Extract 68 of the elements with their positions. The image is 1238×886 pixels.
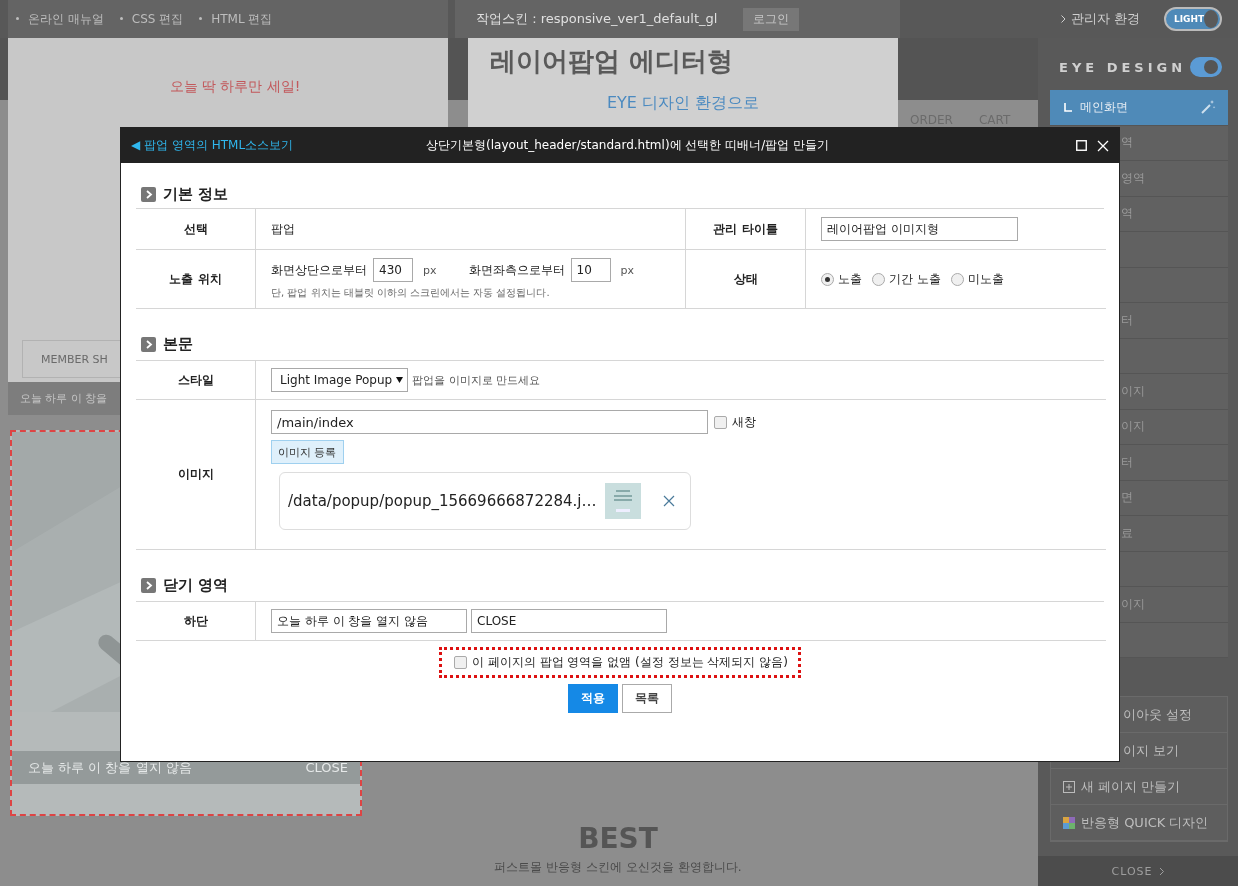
- sidebar-action[interactable]: 새 페이지 만들기: [1051, 769, 1227, 805]
- section-subtitle: 퍼스트몰 반응형 스킨에 오신것을 환영합니다.: [494, 859, 742, 876]
- field-label: 화면상단으로부터: [271, 261, 367, 279]
- chevron-icon: [141, 578, 156, 593]
- list-button[interactable]: 목록: [622, 684, 672, 713]
- maximize-icon[interactable]: [1076, 140, 1087, 151]
- dismiss-text-field[interactable]: 오늘 하루 이 창을 열지 않음: [271, 609, 467, 633]
- admin-link[interactable]: 관리자 환경: [1070, 10, 1140, 28]
- unit-label: px: [620, 263, 634, 277]
- sale-text: 오늘 딱 하루만 세일!: [169, 78, 301, 96]
- style-select[interactable]: Light Image Popup: [271, 368, 409, 392]
- section-title: BEST: [578, 822, 658, 855]
- apply-button[interactable]: 적용: [568, 684, 618, 713]
- field-label: 이미지: [177, 466, 214, 483]
- sidebar-action[interactable]: 반응형 QUICK 디자인: [1051, 805, 1227, 841]
- menu-link[interactable]: HTML 편집: [199, 10, 273, 28]
- chevron-icon: [1158, 866, 1165, 876]
- sidebar-close-button[interactable]: CLOSE: [1038, 856, 1238, 886]
- member-button[interactable]: MEMBER SH: [22, 340, 120, 378]
- style-hint: 팝업을 이미지로 만드세요: [412, 372, 541, 388]
- field-label: 상태: [733, 270, 758, 288]
- upload-image-button[interactable]: 이미지 등록: [271, 440, 344, 464]
- field-label: 관리 타이틀: [713, 220, 778, 238]
- top-offset-field[interactable]: 430: [373, 258, 413, 282]
- section-heading: 본문: [163, 335, 193, 354]
- sidebar-title: EYE DESIGN: [1059, 59, 1187, 75]
- sidebar-item[interactable]: 메인화면: [1050, 90, 1228, 126]
- panel-title: 레이어팝업 에디터형: [490, 45, 735, 78]
- field-label: 스타일: [177, 371, 214, 389]
- theme-toggle[interactable]: LIGHT: [1164, 7, 1222, 31]
- dialog-title: 상단기본형(layout_header/standard.html)에 선택한 띠배너/팝업 만들기: [426, 137, 830, 154]
- link-field[interactable]: /main/index: [271, 410, 708, 434]
- field-label: 화면좌측으로부터: [468, 261, 565, 279]
- close-icon[interactable]: [1097, 139, 1109, 152]
- chevron-icon: [141, 337, 156, 352]
- dismiss-text: 오늘 하루 이 창을 열지 않음: [28, 758, 192, 777]
- field-value: 팝업: [271, 220, 295, 238]
- close-text-field[interactable]: CLOSE: [471, 609, 667, 633]
- plus-icon: [1063, 780, 1075, 793]
- chevron-icon: [1060, 15, 1066, 23]
- field-label: 노출 위치: [169, 270, 222, 288]
- new-window-checkbox[interactable]: 새창: [714, 413, 756, 431]
- menu-link[interactable]: 온라인 매뉴얼: [16, 10, 104, 28]
- position-note: 단, 팝업 위치는 태블릿 이하의 스크린에서는 자동 설정됩니다.: [271, 286, 550, 300]
- magic-wand-icon: [1200, 99, 1216, 116]
- left-offset-field[interactable]: 10: [570, 258, 611, 282]
- login-button[interactable]: 로그인: [743, 7, 800, 31]
- unit-label: px: [423, 263, 437, 277]
- field-label: 하단: [183, 612, 208, 630]
- chevron-icon: [141, 187, 156, 202]
- close-text: CLOSE: [305, 760, 348, 775]
- field-label: 선택: [183, 220, 208, 238]
- dismiss-text: 오늘 하루 이 창을: [20, 391, 108, 406]
- status-radio[interactable]: 미노출: [950, 270, 1004, 288]
- status-radio[interactable]: 기간 노출: [872, 270, 941, 288]
- section-heading: 기본 정보: [163, 185, 229, 204]
- panel-subtitle: EYE 디자인 환경으로: [606, 93, 760, 114]
- skin-label: 작업스킨 : responsive_ver1_default_gl: [476, 10, 718, 28]
- corner-icon: [1064, 102, 1072, 112]
- palette-icon: [1063, 816, 1075, 829]
- menu-link[interactable]: CSS 편집: [119, 10, 184, 28]
- eye-design-toggle[interactable]: [1190, 57, 1222, 77]
- section-heading: 닫기 영역: [163, 576, 229, 595]
- html-source-link[interactable]: ◀ 팝업 영역의 HTML소스보기: [131, 137, 294, 154]
- admin-title-field[interactable]: 레이어팝업 이미지형: [821, 217, 1018, 241]
- remove-icon[interactable]: [662, 495, 675, 507]
- file-name: /data/popup/popup_15669666872284.j…: [288, 492, 597, 510]
- status-radio[interactable]: 노출: [821, 270, 862, 288]
